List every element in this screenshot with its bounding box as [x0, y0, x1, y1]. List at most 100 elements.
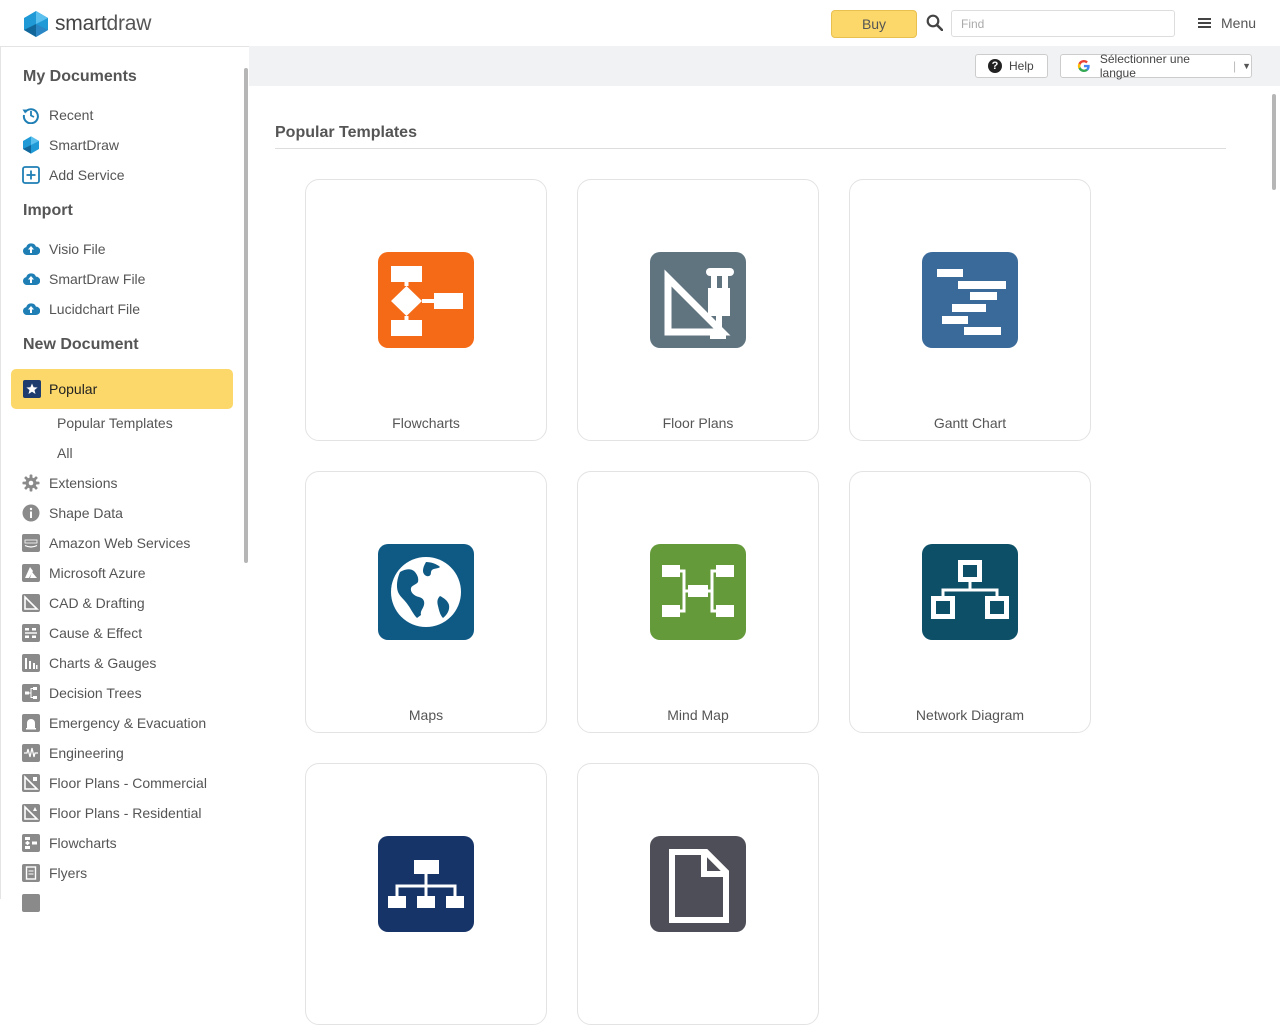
sidebar-item-label: Microsoft Azure [49, 565, 146, 581]
drafting-triangle-icon [650, 252, 746, 348]
sidebar-item-visio-file[interactable]: Visio File [22, 238, 106, 260]
cloud-upload-icon [22, 240, 40, 258]
sidebar-item-label: Floor Plans - Commercial [49, 775, 207, 791]
template-card-network-diagram[interactable]: Network Diagram [849, 471, 1091, 733]
sidebar-item-label: Lucidchart File [49, 301, 141, 317]
bar-chart-icon [22, 654, 40, 672]
flowchart-icon [22, 834, 40, 852]
sidebar-item-extensions[interactable]: Extensions [22, 472, 117, 494]
sidebar-item-label: SmartDraw [49, 137, 120, 153]
template-card-floor-plans[interactable]: Floor Plans [577, 179, 819, 441]
language-label: Sélectionner une langue [1099, 52, 1190, 80]
main-scrollbar[interactable] [1272, 94, 1276, 190]
template-card-org-chart[interactable] [305, 763, 547, 1025]
smartdraw-logo-icon [24, 11, 48, 37]
sidebar-item-next-cut-off[interactable] [22, 892, 49, 914]
help-button[interactable]: ? Help [975, 54, 1048, 78]
sidebar-item-label: Charts & Gauges [49, 655, 157, 671]
sidebar-item-label: Shape Data [49, 505, 123, 521]
new-document-heading: New Document [23, 336, 139, 353]
template-card-maps[interactable]: Maps [305, 471, 547, 733]
sidebar-item-label: Decision Trees [49, 685, 142, 701]
find-input[interactable] [951, 10, 1175, 37]
sidebar-item-floor-plans-commercial[interactable]: Floor Plans - Commercial [22, 772, 207, 794]
alarm-icon [22, 714, 40, 732]
fishbone-icon [22, 624, 40, 642]
azure-icon [22, 564, 40, 582]
sidebar-item-charts-gauges[interactable]: Charts & Gauges [22, 652, 156, 674]
sidebar-item-smartdraw-file[interactable]: SmartDraw File [22, 268, 145, 290]
cloud-upload-icon [22, 270, 40, 288]
sidebar-scrollbar[interactable] [244, 68, 248, 563]
waveform-icon [22, 744, 40, 762]
sidebar-item-label: CAD & Drafting [49, 595, 145, 611]
template-card-blank[interactable] [577, 763, 819, 1025]
sidebar-subitem-all[interactable]: All [57, 445, 73, 461]
smartdraw-logo[interactable]: smartdraw [24, 11, 151, 37]
template-card-flowcharts[interactable]: Flowcharts [305, 179, 547, 441]
sidebar-item-label: Floor Plans - Residential [49, 805, 202, 821]
decision-tree-icon [22, 684, 40, 702]
network-icon [922, 544, 1018, 640]
sidebar-item-label: Emergency & Evacuation [49, 715, 207, 731]
plus-box-icon [22, 166, 40, 184]
sidebar-item-engineering[interactable]: Engineering [22, 742, 124, 764]
category-icon [22, 894, 40, 912]
template-card-label: Floor Plans [662, 415, 734, 431]
sidebar-item-emergency-evacuation[interactable]: Emergency & Evacuation [22, 712, 206, 734]
sidebar-item-label: Amazon Web Services [49, 535, 191, 551]
aws-icon [22, 534, 40, 552]
sidebar-item-add-service[interactable]: Add Service [22, 164, 124, 186]
blank-document-icon [650, 836, 746, 932]
sidebar-item-floor-plans-residential[interactable]: Floor Plans - Residential [22, 802, 202, 824]
template-card-label: Mind Map [667, 707, 729, 723]
sidebar-item-label: Popular [49, 381, 98, 397]
search-icon[interactable] [926, 14, 943, 31]
sidebar-item-recent[interactable]: Recent [22, 104, 93, 126]
sidebar-item-label: Extensions [49, 475, 118, 491]
sidebar-item-cad-drafting[interactable]: CAD & Drafting [22, 592, 145, 614]
sidebar-item-flowcharts[interactable]: Flowcharts [22, 832, 117, 854]
import-heading: Import [23, 202, 73, 219]
drafting-triangle-icon [22, 594, 40, 612]
language-select[interactable]: Sélectionner une langue | ▼ [1060, 52, 1252, 80]
flowchart-icon [378, 252, 474, 348]
hamburger-icon [1198, 18, 1211, 28]
sidebar-item-lucidchart-file[interactable]: Lucidchart File [22, 298, 140, 320]
sidebar-subitem-popular-templates[interactable]: Popular Templates [57, 415, 173, 431]
smartdraw-logo-icon [22, 136, 40, 154]
template-card-mind-map[interactable]: Mind Map [577, 471, 819, 733]
sidebar-item-microsoft-azure[interactable]: Microsoft Azure [22, 562, 145, 584]
buy-button[interactable]: Buy [831, 10, 917, 38]
star-icon [23, 380, 41, 398]
template-card-label: Gantt Chart [933, 415, 1007, 431]
sidebar-item-cause-effect[interactable]: Cause & Effect [22, 622, 142, 644]
template-card-gantt-chart[interactable]: Gantt Chart [849, 179, 1091, 441]
chevron-down-icon: ▼ [1242, 61, 1251, 71]
template-card-label: Maps [408, 707, 444, 723]
divider: | [1232, 59, 1237, 73]
org-chart-icon [378, 836, 474, 932]
menu-button[interactable]: Menu [1198, 14, 1256, 32]
sidebar-item-label: SmartDraw File [49, 271, 146, 287]
menu-label: Menu [1221, 15, 1257, 31]
question-icon: ? [988, 59, 1002, 73]
section-title: Popular Templates [275, 124, 417, 141]
drafting-triangle-icon [22, 774, 40, 792]
sidebar-item-label: Flowcharts [49, 835, 117, 851]
document-icon [22, 864, 40, 882]
sidebar-item-shape-data[interactable]: Shape Data [22, 502, 123, 524]
sidebar-item-amazon-web-services[interactable]: Amazon Web Services [22, 532, 190, 554]
sidebar-item-flyers[interactable]: Flyers [22, 862, 87, 884]
sidebar-item-smartdraw[interactable]: SmartDraw [22, 134, 119, 156]
top-bar: smartdraw Buy Menu [0, 0, 1280, 46]
sidebar-item-label: Cause & Effect [49, 625, 143, 641]
mind-map-icon [650, 544, 746, 640]
gantt-icon [922, 252, 1018, 348]
template-card-label: Flowcharts [392, 415, 460, 431]
sidebar-item-popular[interactable]: Popular [11, 369, 233, 409]
my-documents-heading: My Documents [23, 68, 137, 85]
help-label: Help [1009, 59, 1034, 73]
sidebar-item-decision-trees[interactable]: Decision Trees [22, 682, 142, 704]
sidebar-item-label: Visio File [49, 241, 106, 257]
